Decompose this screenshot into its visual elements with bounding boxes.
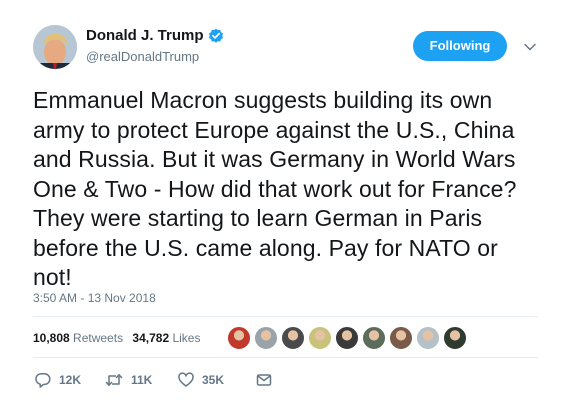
likes-count: 34,782 (132, 331, 170, 345)
tweet-stats: 10,808 Retweets 34,782 Likes (33, 330, 206, 346)
liker-avatar[interactable] (307, 325, 333, 351)
liker-avatar[interactable] (415, 325, 441, 351)
liker-avatar[interactable] (253, 325, 279, 351)
like-count: 35K (202, 373, 225, 387)
direct-message-button[interactable] (256, 372, 272, 388)
reply-icon (35, 372, 51, 388)
display-name[interactable]: Donald J. Trump (86, 27, 224, 45)
display-name-text[interactable]: Donald J. Trump (86, 27, 204, 45)
tweet-text: Emmanuel Macron suggests building its ow… (33, 87, 517, 290)
likes-label: Likes (172, 331, 201, 345)
tweet-actions: 12K 11K 35K (35, 372, 272, 388)
retweets-count: 10,808 (33, 331, 70, 345)
user-handle[interactable]: @realDonaldTrump (86, 49, 224, 65)
like-button[interactable]: 35K (178, 372, 256, 388)
retweets-stat[interactable]: 10,808 Retweets (33, 331, 126, 345)
reply-button[interactable]: 12K (35, 372, 105, 388)
divider (33, 357, 538, 358)
divider (33, 316, 538, 317)
retweet-icon (105, 372, 123, 388)
liker-avatar[interactable] (388, 325, 414, 351)
envelope-icon (256, 372, 272, 388)
retweets-label: Retweets (73, 331, 124, 345)
chevron-down-icon[interactable] (523, 40, 537, 54)
reply-count: 12K (59, 373, 82, 387)
liker-avatar[interactable] (226, 325, 252, 351)
user-name-block[interactable]: Donald J. Trump @realDonaldTrump (86, 27, 224, 65)
tweet-card: Donald J. Trump @realDonaldTrump Followi… (0, 0, 570, 414)
verified-badge-icon (208, 28, 224, 44)
retweet-count: 11K (131, 373, 153, 387)
liker-avatar[interactable] (361, 325, 387, 351)
liker-avatar[interactable] (442, 325, 468, 351)
liker-avatars (226, 325, 469, 351)
tweet-timestamp[interactable]: 3:50 AM - 13 Nov 2018 (33, 290, 156, 306)
likes-stat[interactable]: 34,782 Likes (132, 331, 200, 345)
liker-avatar[interactable] (280, 325, 306, 351)
liker-avatar[interactable] (334, 325, 360, 351)
heart-icon (178, 372, 194, 388)
retweet-button[interactable]: 11K (105, 372, 178, 388)
avatar[interactable] (33, 25, 77, 69)
following-button[interactable]: Following (413, 31, 507, 61)
